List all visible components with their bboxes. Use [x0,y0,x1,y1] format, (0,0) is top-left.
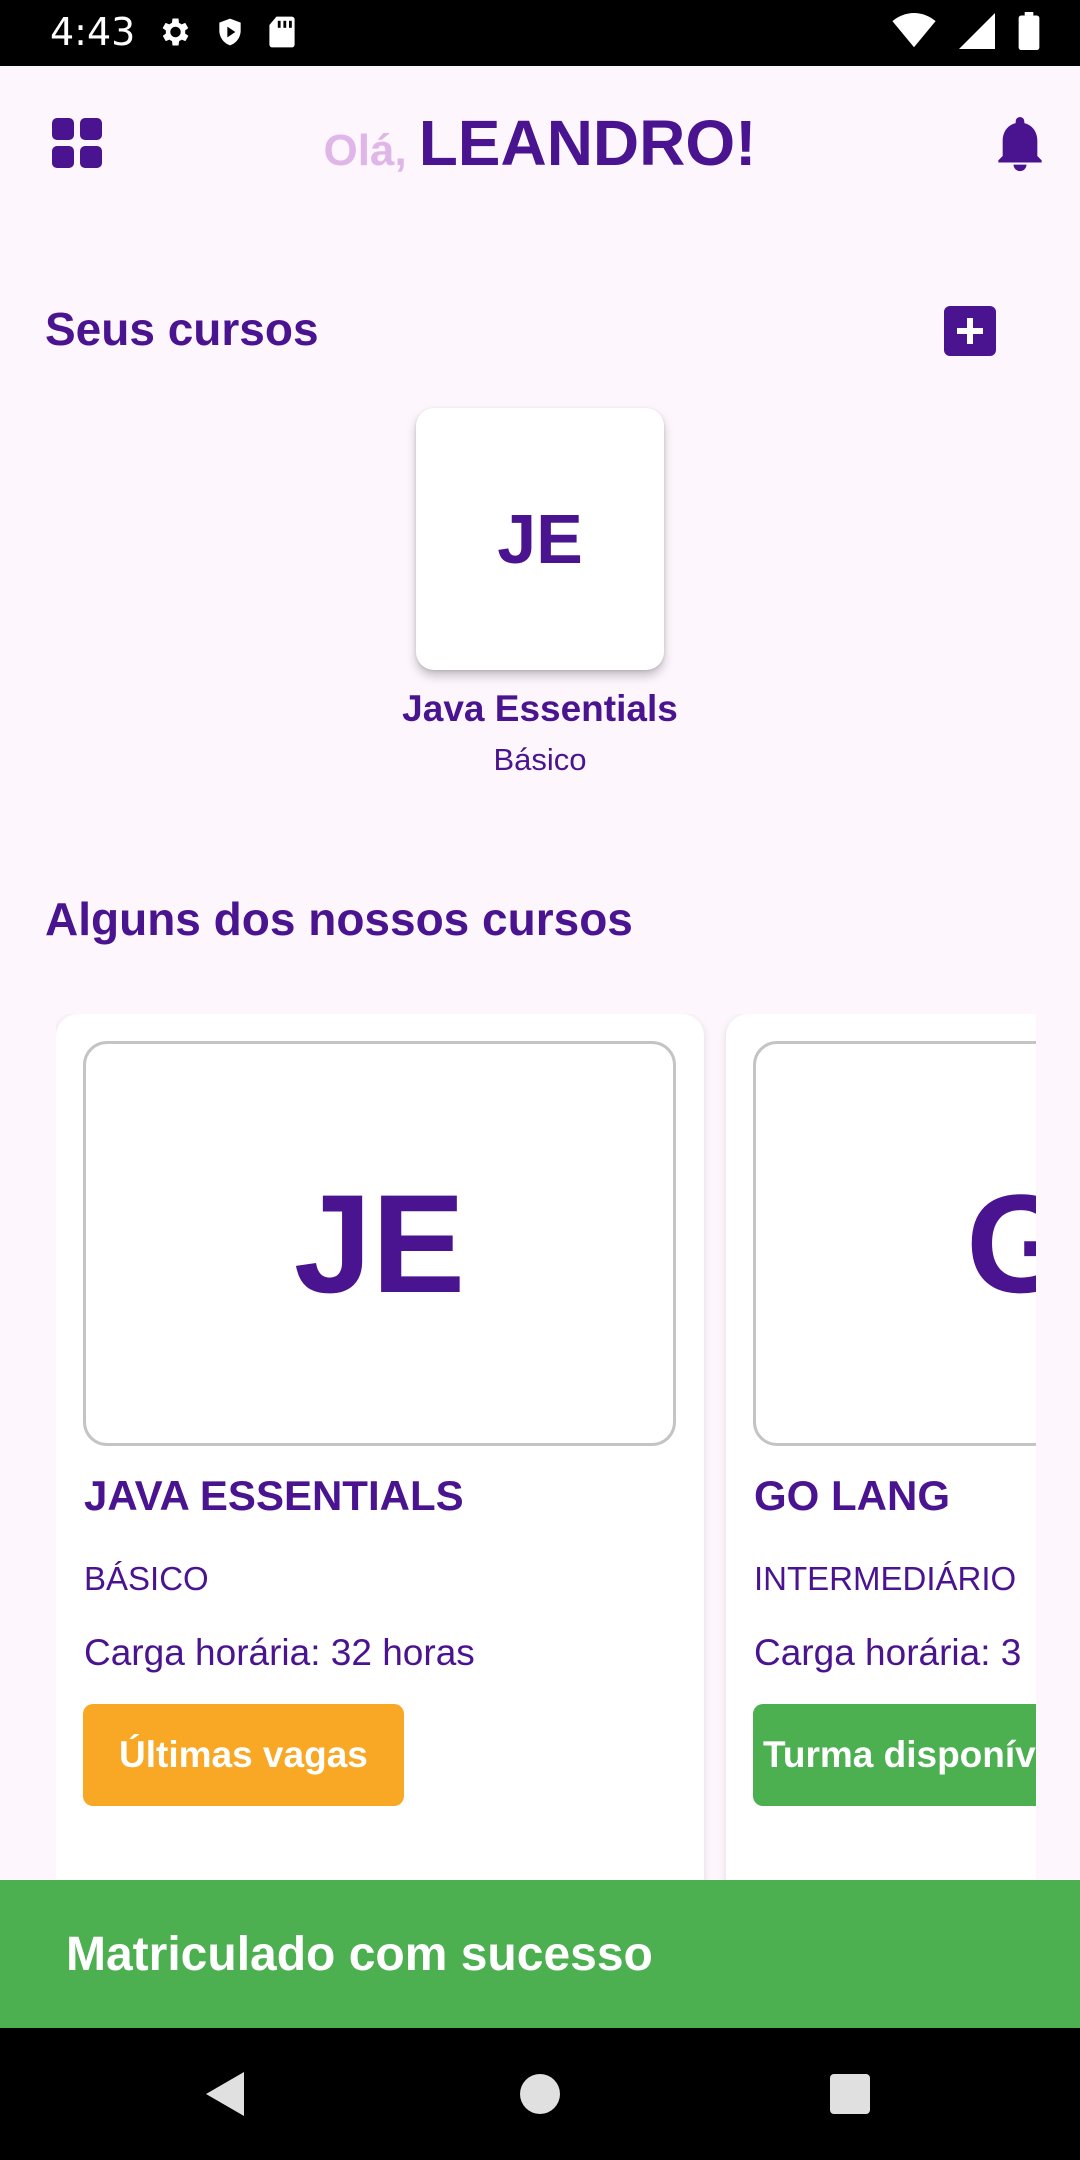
battery-icon [1018,12,1040,50]
course-card-go[interactable]: GO GO LANG INTERMEDIÁRIO Carga horária: … [726,1014,1036,1894]
nav-back-button[interactable] [196,2064,256,2124]
enrolled-course-level: Básico [493,742,587,777]
wifi-icon [892,13,936,48]
nav-recents-button[interactable] [820,2064,880,2124]
shield-play-icon [219,18,241,46]
course-status-badge[interactable]: Turma disponív [753,1704,1036,1806]
course-hours: Carga horária: 3 [754,1632,1022,1673]
course-hours: Carga horária: 32 horas [84,1632,475,1673]
home-circle-icon [520,2074,560,2114]
course-name: JAVA ESSENTIALS [84,1472,464,1519]
user-name: LEANDRO! [418,107,757,179]
nav-home-button[interactable] [510,2064,570,2124]
course-initials: JE [293,1164,466,1322]
course-thumbnail: GO [753,1041,1036,1446]
course-card-java[interactable]: JE JAVA ESSENTIALS BÁSICO Carga horária:… [56,1014,704,1894]
status-icons-left [156,14,296,50]
add-course-button[interactable] [944,306,996,356]
enrolled-course-name: Java Essentials [402,688,678,729]
course-carousel[interactable]: JE JAVA ESSENTIALS BÁSICO Carga horária:… [56,1014,1036,1894]
course-status-badge[interactable]: Últimas vagas [83,1704,404,1806]
settings-icon [162,18,189,46]
recents-square-icon [830,2074,870,2114]
notification-bell-icon[interactable] [994,114,1046,172]
course-name: GO LANG [754,1472,950,1519]
enrolled-course-card[interactable]: JE [416,408,664,670]
my-courses-title: Seus cursos [45,303,319,355]
snackbar-message: Matriculado com sucesso [66,1927,653,1981]
course-initials: GO [966,1164,1036,1322]
status-icons-right [892,12,1040,50]
course-level: INTERMEDIÁRIO [754,1560,1017,1597]
app-screen: 4:43 Olá, LEANDRO! Seus cursos JE Java E… [0,0,1080,2160]
greeting-prefix: Olá, [323,126,407,175]
enrolled-course-initials: JE [497,500,583,578]
greeting: Olá, LEANDRO! [0,106,1080,180]
system-nav-bar [0,2028,1080,2160]
back-triangle-icon [206,2072,244,2116]
status-time: 4:43 [50,10,136,54]
add-box-icon [957,318,983,344]
course-thumbnail: JE [83,1041,676,1446]
status-bar: 4:43 [0,0,1080,66]
snackbar: Matriculado com sucesso [0,1880,1080,2028]
course-level: BÁSICO [84,1560,209,1597]
catalog-title: Alguns dos nossos cursos [45,893,633,945]
cell-signal-icon [959,13,995,49]
sd-card-icon [269,16,295,48]
